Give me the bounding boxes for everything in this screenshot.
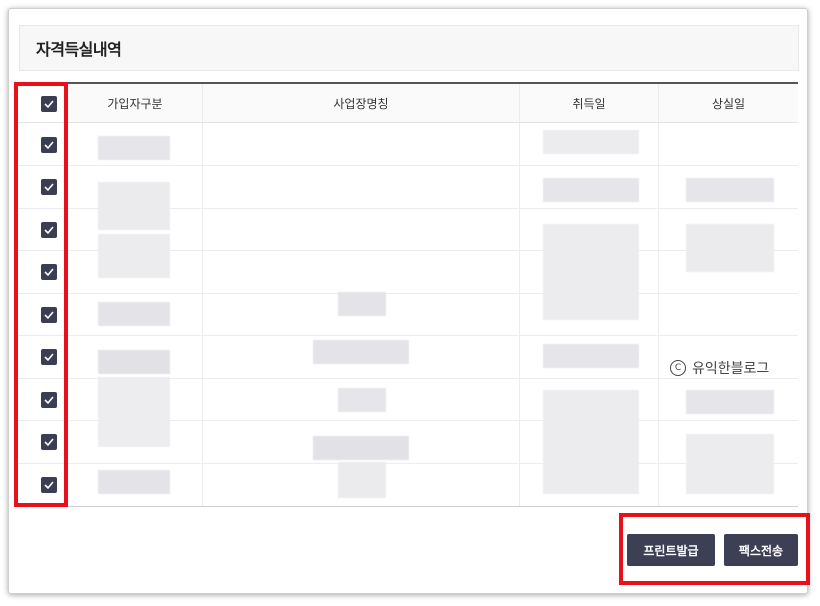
dialog-header: 자격득실내역 [19,25,799,71]
watermark-text: 유익한블로그 [692,361,770,377]
watermark: C 유익한블로그 [670,358,769,378]
qualification-table: 가입자구분 사업장명칭 취득일 상실일 [18,82,798,508]
buttons-highlight [619,513,810,585]
dialog-title: 자격득실내역 [36,40,122,59]
checkbox-column-highlight [14,82,68,507]
copyright-icon: C [670,360,686,376]
redacted-cell-contents [98,130,774,498]
